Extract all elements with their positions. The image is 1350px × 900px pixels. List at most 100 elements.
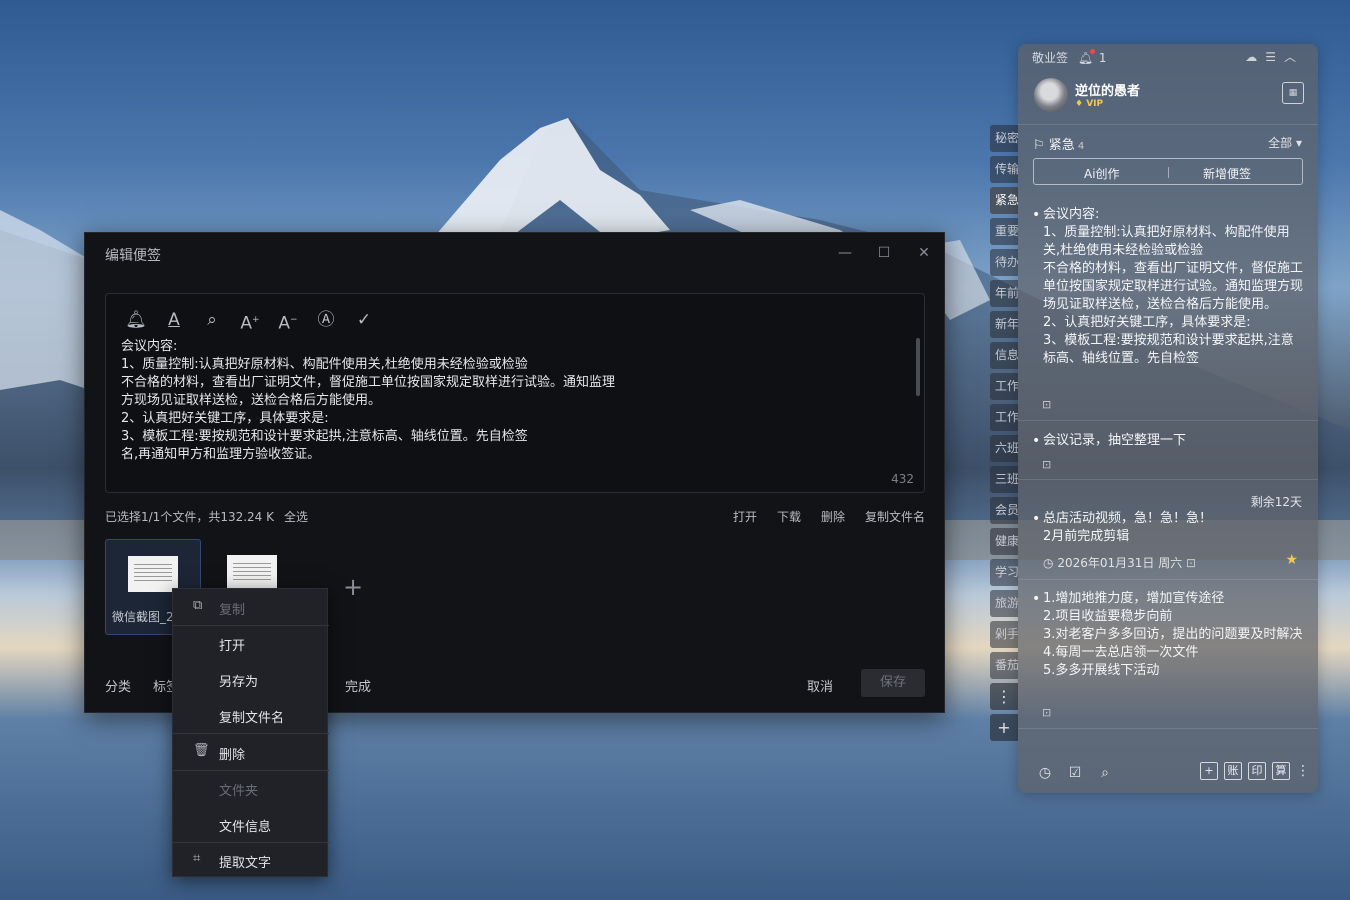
- more-tabs-icon[interactable]: ⋮: [990, 683, 1018, 710]
- save-button[interactable]: 保存: [861, 669, 925, 697]
- clock-icon[interactable]: ◷: [1036, 764, 1054, 782]
- add-icon[interactable]: +: [1200, 762, 1218, 780]
- side-tab-important[interactable]: 重要: [990, 218, 1018, 245]
- font-decrease-icon[interactable]: A−: [276, 308, 300, 334]
- calendar-icon[interactable]: ▦: [1282, 82, 1304, 104]
- file-actions: 打开 下载 删除 复制文件名: [733, 508, 925, 525]
- add-tab-icon[interactable]: +: [990, 714, 1018, 741]
- note-editor-box[interactable]: 🔔︎ A ⌕ A+ A− Ⓐ ✓ 会议内容: 1、质量控制:认真把好原材料、构配…: [105, 293, 925, 493]
- search-icon[interactable]: ⌕: [1096, 764, 1114, 782]
- list-item[interactable]: • 1.增加地推力度，增加宣传途径 2.项目收益要稳步向前 3.对老客户多多回访…: [1032, 590, 1308, 702]
- editor-scrollbar[interactable]: [916, 338, 920, 396]
- side-tab-shopping[interactable]: 剁手: [990, 621, 1018, 648]
- calculator-icon[interactable]: 算: [1272, 762, 1290, 780]
- bookmark-icon: ⚐: [1033, 138, 1045, 153]
- username[interactable]: 逆位的愚者: [1075, 80, 1140, 99]
- menu-item-copy-filename[interactable]: 复制文件名: [173, 697, 329, 733]
- collapse-icon[interactable]: ︿: [1284, 50, 1304, 64]
- side-tab-class-3[interactable]: 三班: [990, 466, 1018, 493]
- filter-all-dropdown[interactable]: 全部 ▾: [1268, 134, 1302, 151]
- side-tab-new-year[interactable]: 新年: [990, 311, 1018, 338]
- side-tab-member[interactable]: 会员: [990, 497, 1018, 524]
- menu-item-folder[interactable]: 文件夹: [173, 770, 329, 806]
- menu-item-copy[interactable]: ⧉ 复制: [173, 589, 329, 625]
- reminder-date: ◷ 2026年01月31日 周六 ⊡: [1043, 556, 1197, 570]
- new-note-button[interactable]: 新增便签: [1203, 165, 1251, 182]
- panel-bottom-bar: ◷ ☑ ⌕ + 账 印 算 ⋮: [1018, 750, 1318, 793]
- menu-item-open[interactable]: 打开: [173, 625, 329, 661]
- minimize-button[interactable]: —: [835, 243, 855, 263]
- notification-dot: [1090, 49, 1096, 54]
- file-selection-info: 已选择1/1个文件，共132.24 K: [105, 510, 274, 524]
- copy-icon: ⧉: [193, 598, 203, 613]
- side-tab-secret[interactable]: 秘密: [990, 125, 1018, 152]
- current-category: ⚐ 紧急 4: [1033, 138, 1085, 153]
- trash-icon: 🗑︎: [193, 743, 210, 758]
- menu-item-file-info[interactable]: 文件信息: [173, 806, 329, 842]
- remaining-days: 剩余12天: [1250, 495, 1302, 509]
- text-style-icon[interactable]: Ⓐ: [314, 308, 338, 332]
- select-all-button[interactable]: 全选: [284, 508, 308, 525]
- check-icon[interactable]: ✓: [352, 308, 376, 332]
- side-tab-work-1[interactable]: 工作: [990, 373, 1018, 400]
- print-icon[interactable]: 印: [1248, 762, 1266, 780]
- side-tab-todo[interactable]: 待办: [990, 249, 1018, 276]
- menu-item-delete[interactable]: 🗑︎ 删除: [173, 734, 329, 770]
- more-icon[interactable]: ⋮: [1296, 762, 1310, 780]
- menu-item-extract-text[interactable]: ⌗ 提取文字: [173, 842, 329, 878]
- ocr-icon: ⌗: [193, 851, 201, 866]
- add-attachment-icon[interactable]: +: [343, 573, 363, 601]
- side-tab-tomato[interactable]: 番茄: [990, 652, 1018, 679]
- side-tab-transfer[interactable]: 传输: [990, 156, 1018, 183]
- side-tab-study[interactable]: 学习: [990, 559, 1018, 586]
- notification-count: 1: [1098, 51, 1107, 65]
- list-item[interactable]: • 总店活动视频，急！急！急！ 2月前完成剪辑: [1032, 510, 1308, 550]
- dialog-title: 编辑便签: [105, 248, 161, 264]
- category-count: 4: [1077, 141, 1085, 152]
- notes-panel: 敬业签 🔔︎ 1 ☁☰︿ 逆位的愚者 ♦ VIP ▦ ⚐ 紧急 4 全部 ▾ Ai…: [1018, 44, 1318, 793]
- cancel-button[interactable]: 取消: [807, 676, 833, 695]
- star-icon[interactable]: ★: [1285, 552, 1298, 568]
- list-item[interactable]: • 会议内容: 1、质量控制:认真把好原材料、构配件使用关,杜绝使用未经检验或检…: [1032, 206, 1308, 392]
- file-delete-button[interactable]: 删除: [821, 508, 845, 525]
- side-tab-pre-year[interactable]: 年前: [990, 280, 1018, 307]
- done-button[interactable]: 完成: [345, 676, 371, 695]
- format-toolbar: 🔔︎ A ⌕ A+ A− Ⓐ ✓: [124, 308, 376, 334]
- menu-item-save-as[interactable]: 另存为: [173, 661, 329, 697]
- cloud-sync-icon[interactable]: ☁: [1245, 50, 1265, 64]
- side-tab-info[interactable]: 信息: [990, 342, 1018, 369]
- bell-icon[interactable]: 🔔︎: [124, 308, 148, 332]
- search-icon[interactable]: ⌕: [200, 308, 224, 332]
- font-increase-icon[interactable]: A+: [238, 308, 262, 334]
- file-download-button[interactable]: 下载: [777, 508, 801, 525]
- panel-header: 敬业签 🔔︎ 1: [1032, 49, 1107, 66]
- file-context-menu: ⧉ 复制 打开 另存为 复制文件名 🗑︎ 删除 文件夹 文件信息 ⌗ 提取文字: [172, 588, 329, 878]
- lock-icon: ⊡: [1186, 556, 1197, 570]
- maximize-button[interactable]: ☐: [874, 243, 894, 263]
- panel-action-buttons: Ai创作 新增便签: [1033, 158, 1303, 185]
- side-tab-work-2[interactable]: 工作: [990, 404, 1018, 431]
- lock-icon: ⊡: [1042, 706, 1052, 719]
- avatar[interactable]: [1034, 78, 1068, 112]
- list-item[interactable]: • 会议记录，抽空整理一下: [1032, 432, 1308, 452]
- lock-icon: ⊡: [1042, 458, 1052, 471]
- side-tab-health[interactable]: 健康: [990, 528, 1018, 555]
- file-open-button[interactable]: 打开: [733, 508, 757, 525]
- side-tab-urgent[interactable]: 紧急: [990, 187, 1018, 214]
- lock-icon: ⊡: [1042, 398, 1052, 411]
- close-button[interactable]: ✕: [914, 243, 934, 263]
- text-color-icon[interactable]: A: [162, 308, 186, 332]
- ai-create-button[interactable]: Ai创作: [1084, 165, 1120, 182]
- vip-badge: ♦ VIP: [1075, 99, 1104, 109]
- side-tab-travel[interactable]: 旅游: [990, 590, 1018, 617]
- char-count: 432: [891, 472, 914, 486]
- menu-icon[interactable]: ☰: [1265, 50, 1284, 64]
- app-name: 敬业签: [1032, 51, 1069, 65]
- screenshot-preview: [227, 555, 277, 591]
- category-button[interactable]: 分类: [105, 676, 131, 695]
- note-content-text[interactable]: 会议内容: 1、质量控制:认真把好原材料、构配件使用关,杜绝使用未经检验或检验 …: [121, 338, 681, 464]
- copy-filename-button[interactable]: 复制文件名: [865, 508, 925, 525]
- checklist-icon[interactable]: ☑: [1066, 764, 1084, 782]
- side-tab-class-6[interactable]: 六班: [990, 435, 1018, 462]
- ledger-icon[interactable]: 账: [1224, 762, 1242, 780]
